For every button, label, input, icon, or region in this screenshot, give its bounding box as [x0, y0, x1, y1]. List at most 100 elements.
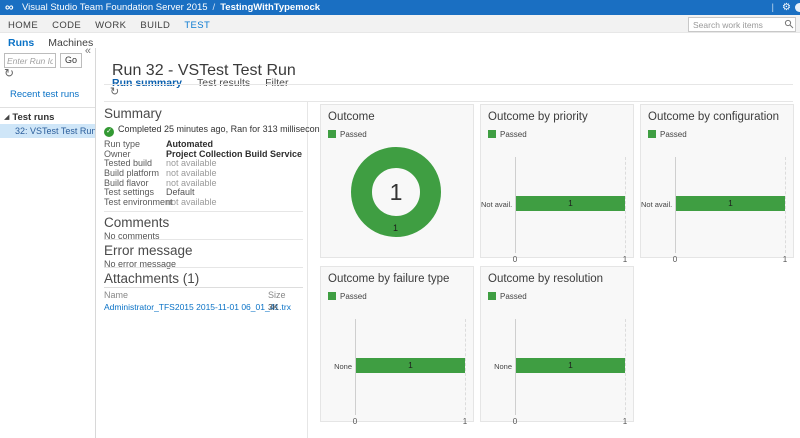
search-icon[interactable]	[784, 19, 794, 29]
attachments-table: Administrator_TFS2015 2015-11-01 06_01_4…	[104, 302, 303, 313]
bar-not-avail-: 1	[516, 196, 625, 211]
chart-title: Outcome	[328, 111, 375, 123]
go-button[interactable]: Go	[60, 53, 82, 68]
breadcrumb-separator: /	[213, 2, 216, 13]
nav-item-code[interactable]: CODE	[52, 17, 81, 34]
nav-item-build[interactable]: BUILD	[140, 17, 170, 34]
max-gridline	[785, 157, 786, 253]
chart-panel-outcome: OutcomePassed11	[320, 104, 474, 258]
bar-value-label: 1	[356, 358, 465, 373]
error-message-heading: Error message	[104, 243, 193, 258]
bar-none: 1	[516, 358, 625, 373]
field-value: Automated	[166, 139, 213, 149]
chart-panel-outcome-by-priority: Outcome by priorityPassed1Not avail...01	[480, 104, 634, 258]
category-label: None	[321, 362, 352, 371]
hub-navigation: HOME CODE WORK BUILD TEST	[0, 15, 800, 33]
category-label: Not avail...	[481, 200, 512, 209]
attachments-table-divider	[104, 287, 303, 288]
legend-swatch-passed	[648, 130, 656, 138]
chart-legend: Passed	[488, 130, 527, 139]
collapse-sidebar-icon[interactable]: «	[85, 45, 91, 57]
bar-value-label: 1	[516, 358, 625, 373]
legend-swatch-passed	[488, 292, 496, 300]
x-axis-tick-label: 0	[513, 255, 517, 264]
legend-label: Passed	[340, 130, 367, 139]
section-divider	[104, 267, 303, 268]
chart-title: Outcome by failure type	[328, 273, 449, 285]
chart-panel-outcome-by-configuration: Outcome by configuration Passed 1 Not avail…	[640, 104, 794, 258]
chart-legend: Passed	[328, 130, 367, 139]
search-input[interactable]	[689, 18, 783, 31]
top-bar: ∞ Visual Studio Team Foundation Server 2…	[0, 0, 800, 15]
chart-title: Outcome by priority	[488, 111, 588, 123]
bar-value-label: 1	[516, 196, 625, 211]
chart-legend: Passed	[328, 292, 367, 301]
x-axis-tick-label: 0	[353, 417, 357, 426]
nav-item-work[interactable]: WORK	[95, 17, 126, 34]
legend-swatch-passed	[328, 292, 336, 300]
recent-test-runs-link[interactable]: Recent test runs	[10, 89, 79, 100]
sidebar-divider	[0, 107, 95, 108]
pivot-run-summary[interactable]: Run summary	[112, 77, 182, 89]
x-axis-tick-label: 0	[673, 255, 677, 264]
refresh-icon[interactable]: ↻	[110, 86, 119, 98]
divider	[104, 101, 793, 102]
x-axis-tick-label: 0	[513, 417, 517, 426]
category-label: Not avail...	[641, 200, 672, 209]
attachments-heading: Attachments (1)	[104, 271, 199, 286]
bar-not-avail-: 1	[676, 196, 785, 211]
field-value: not available	[166, 178, 217, 188]
x-axis-tick-label: 1	[463, 417, 467, 426]
field-value: not available	[166, 168, 217, 178]
attachments-column-headers: Name Size	[104, 290, 303, 300]
field-value: Project Collection Build Service	[166, 149, 302, 159]
attachment-size: 3K	[268, 302, 278, 313]
tree-item-run-32[interactable]: 32: VSTest Test Run C:\...	[0, 124, 95, 138]
legend-label: Passed	[500, 292, 527, 301]
sidebar-refresh-icon[interactable]: ↻	[4, 67, 14, 79]
nav-item-home[interactable]: HOME	[8, 17, 38, 34]
field-value: not available	[166, 197, 217, 207]
category-label: None	[481, 362, 512, 371]
chart-panel-outcome-by-resolution: Outcome by resolutionPassed1None01	[480, 266, 634, 422]
status-text: Completed 25 minutes ago, Ran for 313 mi…	[118, 124, 329, 134]
run-status: ✓Completed 25 minutes ago, Ran for 313 m…	[104, 124, 329, 137]
product-name: Visual Studio Team Foundation Server 201…	[22, 2, 208, 13]
hub-items: HOME CODE WORK BUILD TEST	[0, 15, 210, 32]
gear-icon[interactable]: ⚙	[782, 0, 791, 15]
summary-field-row: Test environmentnot available	[104, 198, 304, 208]
divider-pipe: |	[772, 0, 774, 15]
sub-navigation: RunsMachines	[0, 33, 800, 48]
sidebar: « Go ↻ Recent test runs ◢Test runs 32: V…	[0, 48, 95, 438]
attachment-row: Administrator_TFS2015 2015-11-01 06_01_4…	[104, 302, 303, 313]
chart-legend: Passed	[488, 292, 527, 301]
x-axis-tick-label: 1	[783, 255, 787, 264]
project-name[interactable]: TestingWithTypemock	[220, 2, 320, 13]
tree-expander-icon[interactable]: ◢	[4, 114, 9, 121]
summary-fields: Run typeAutomatedOwnerProject Collection…	[104, 140, 304, 208]
tree-root-label: Test runs	[12, 112, 54, 123]
bar-value-label: 1	[676, 196, 785, 211]
donut-segment-label: 1	[393, 223, 398, 233]
nav-item-test[interactable]: TEST	[184, 17, 210, 34]
bar-none: 1	[356, 358, 465, 373]
tree-node-test-runs[interactable]: ◢Test runs	[4, 112, 54, 123]
max-gridline	[625, 157, 626, 253]
summary-charts-divider	[307, 101, 308, 438]
x-axis-tick-label: 1	[623, 255, 627, 264]
visual-studio-logo-icon: ∞	[5, 0, 14, 14]
legend-label: Passed	[660, 130, 687, 139]
field-value: Default	[166, 187, 195, 197]
section-divider	[104, 239, 303, 240]
attachment-link[interactable]: Administrator_TFS2015 2015-11-01 06_01_4…	[104, 302, 291, 312]
pivot-tabs: Run summary Test results Filter	[112, 73, 303, 91]
pivot-test-results[interactable]: Test results	[197, 77, 250, 89]
divider	[104, 84, 793, 85]
legend-swatch-passed	[328, 130, 336, 138]
pivot-filter[interactable]: Filter	[265, 77, 288, 89]
chart-panel-outcome-by-failure-type: Outcome by failure typePassed1None01	[320, 266, 474, 422]
chart-title: Outcome by configuration	[648, 111, 779, 123]
profile-icon[interactable]	[795, 3, 800, 12]
legend-swatch-passed	[488, 130, 496, 138]
comments-heading: Comments	[104, 215, 169, 230]
